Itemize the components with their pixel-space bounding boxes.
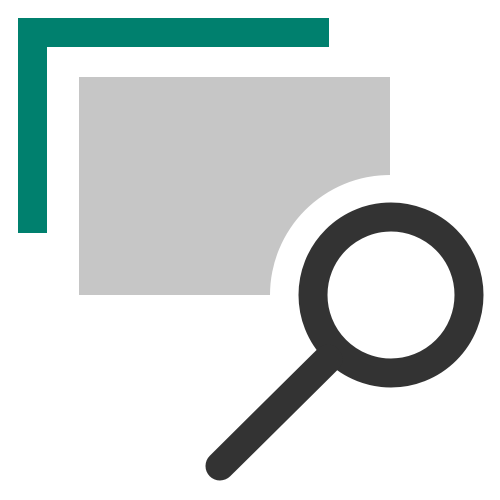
icon-canvas	[0, 0, 500, 500]
browse-pages-search-icon	[18, 18, 484, 481]
front-page-icon	[79, 77, 390, 295]
magnifier-handle-icon	[205, 344, 343, 481]
